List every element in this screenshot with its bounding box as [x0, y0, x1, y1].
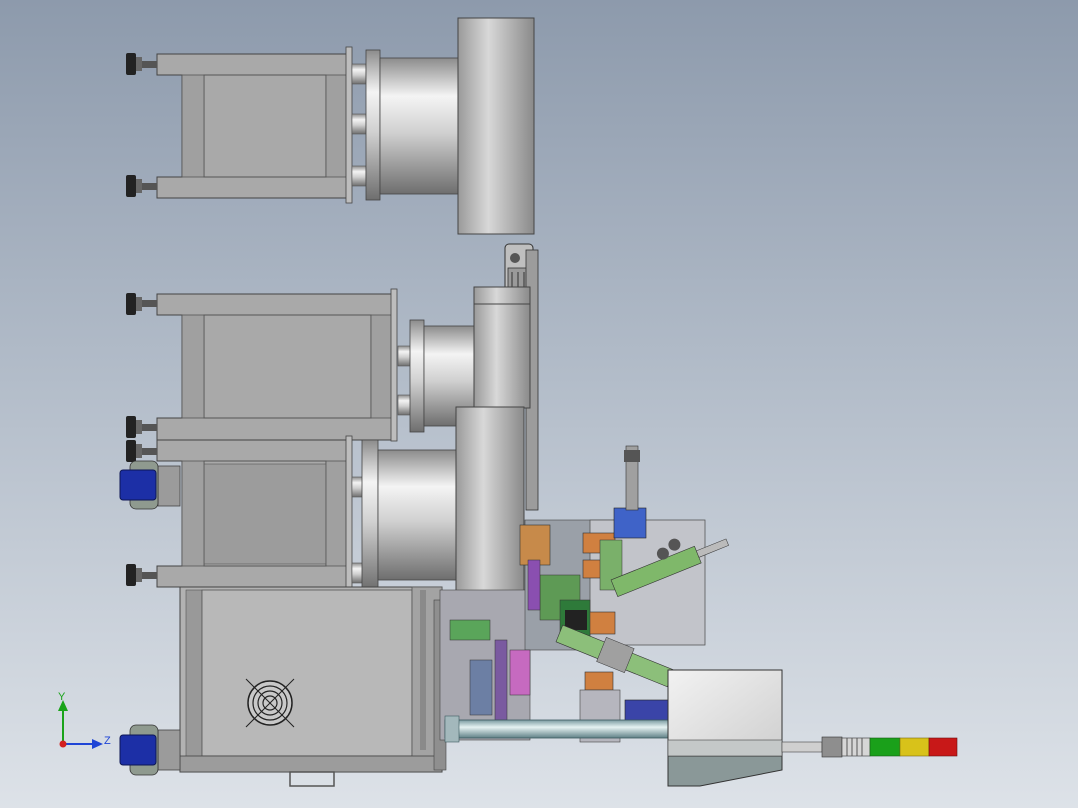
- machine-assembly-drawing[interactable]: Y Z: [0, 0, 1078, 808]
- horizontal-guide-rod: [444, 715, 674, 743]
- caster-wheel: [119, 724, 181, 776]
- bowl-support-frame: [156, 46, 353, 204]
- bowl-support-frame: [156, 435, 353, 593]
- leveling-foot: [126, 53, 157, 75]
- coordinate-triad: Y Z: [58, 691, 111, 749]
- leveling-foot: [126, 293, 157, 315]
- signal-light-green: [869, 737, 901, 757]
- bowl-feeder-1: [126, 17, 535, 235]
- leveling-foot: [126, 440, 157, 462]
- axis-z-label: Z: [104, 735, 111, 747]
- signal-light-red: [928, 737, 958, 757]
- leveling-foot: [126, 175, 157, 197]
- signal-tower-light: [781, 736, 958, 758]
- axis-y-label: Y: [58, 691, 66, 703]
- control-box: [667, 669, 783, 787]
- bowl-support-frame: [156, 288, 398, 442]
- signal-light-yellow: [899, 737, 930, 757]
- vibratory-feeder-bowl: [351, 17, 535, 235]
- electrical-cabinet: [179, 586, 447, 787]
- cad-viewport[interactable]: Y Z: [0, 0, 1078, 808]
- cooling-fan: [245, 678, 295, 728]
- leveling-foot: [126, 416, 157, 438]
- leveling-foot: [126, 564, 157, 586]
- caster-wheel: [119, 460, 181, 510]
